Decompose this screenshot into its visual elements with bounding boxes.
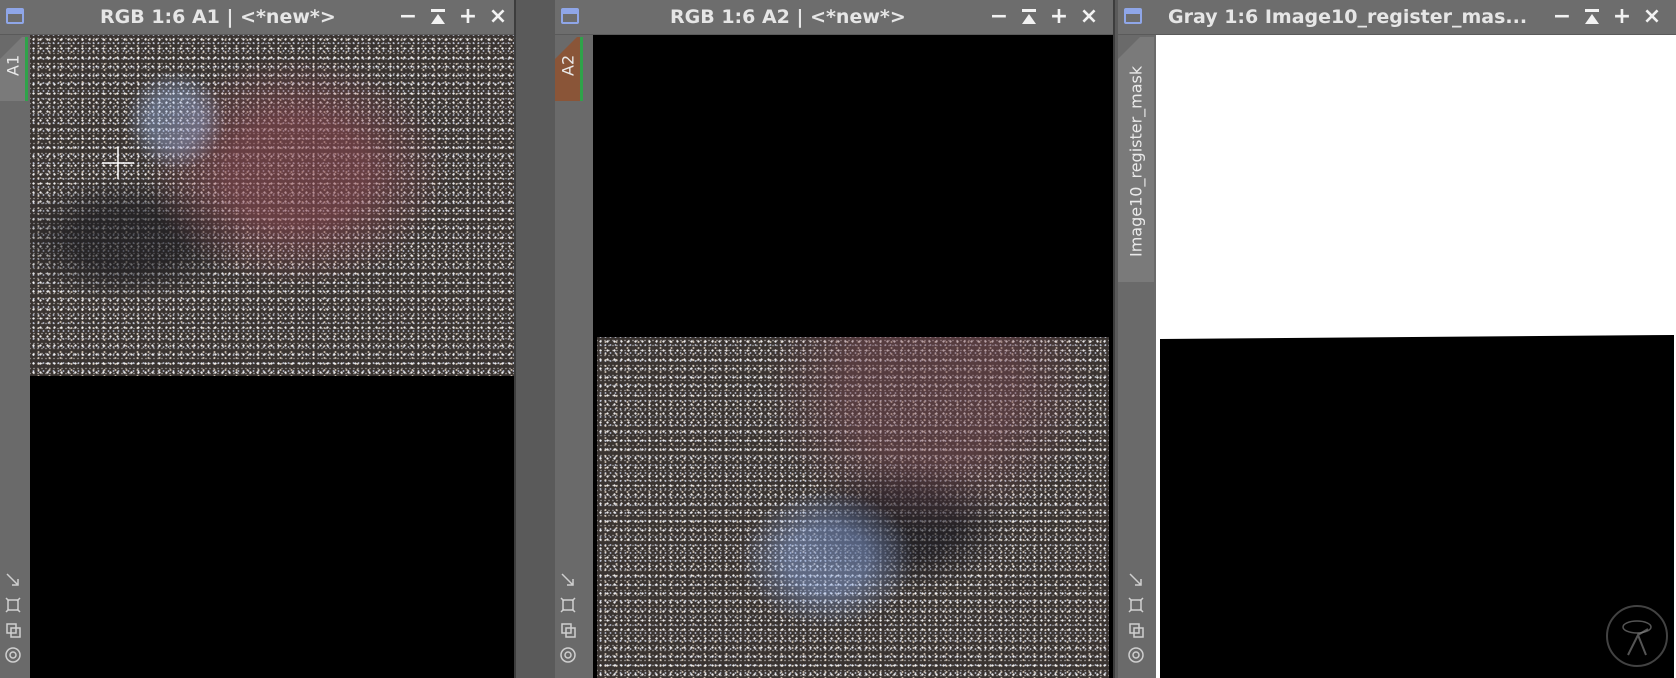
view-sidebar: A1 bbox=[0, 35, 28, 678]
window-title: Gray 1:6 Image10_register_mas... bbox=[1168, 6, 1528, 28]
target-icon[interactable] bbox=[3, 645, 23, 665]
maximize-button[interactable]: + bbox=[1610, 6, 1634, 28]
shade-icon bbox=[1585, 9, 1599, 24]
view-tab-a1[interactable]: A1 bbox=[0, 37, 28, 101]
target-icon[interactable] bbox=[558, 645, 578, 665]
view-sidebar: A2 bbox=[555, 35, 583, 678]
mask-viewport[interactable] bbox=[1156, 35, 1676, 678]
minimize-button[interactable]: − bbox=[987, 6, 1011, 28]
title-bar[interactable]: RGB 1:6 A1 | <*new*> − + × bbox=[0, 0, 514, 35]
zoom-to-fit-icon[interactable] bbox=[558, 595, 578, 615]
astro-image bbox=[30, 35, 514, 376]
mask-black-region bbox=[1160, 335, 1674, 678]
fit-view-icon[interactable] bbox=[558, 570, 578, 590]
cursor-crosshair-icon bbox=[102, 147, 134, 179]
tab-label: A2 bbox=[558, 54, 577, 76]
view-sidebar: Image10_register_mask bbox=[1118, 35, 1154, 678]
window-icon[interactable] bbox=[561, 8, 579, 24]
zoom-to-fit-icon[interactable] bbox=[3, 595, 23, 615]
fit-view-icon[interactable] bbox=[3, 570, 23, 590]
close-button[interactable]: × bbox=[486, 6, 510, 28]
mask-window[interactable]: Gray 1:6 Image10_register_mas... − + × I… bbox=[1118, 0, 1676, 678]
astro-image bbox=[597, 337, 1109, 678]
tab-label: A1 bbox=[3, 54, 22, 76]
title-bar[interactable]: Gray 1:6 Image10_register_mas... − + × bbox=[1118, 0, 1676, 35]
maximize-button[interactable]: + bbox=[456, 6, 480, 28]
image-window-a2[interactable]: RGB 1:6 A2 | <*new*> − + × A2 bbox=[555, 0, 1115, 678]
target-icon[interactable] bbox=[1126, 645, 1146, 665]
shade-button[interactable] bbox=[1580, 6, 1604, 28]
minimize-button[interactable]: − bbox=[1550, 6, 1574, 28]
minimize-button[interactable]: − bbox=[396, 6, 420, 28]
image-window-a1[interactable]: RGB 1:6 A1 | <*new*> − + × A1 bbox=[0, 0, 516, 678]
clone-view-icon[interactable] bbox=[3, 620, 23, 640]
window-title: RGB 1:6 A1 | <*new*> bbox=[100, 6, 336, 28]
maximize-button[interactable]: + bbox=[1047, 6, 1071, 28]
clone-view-icon[interactable] bbox=[1126, 620, 1146, 640]
close-button[interactable]: × bbox=[1077, 6, 1101, 28]
fit-view-icon[interactable] bbox=[1126, 570, 1146, 590]
shade-icon bbox=[431, 9, 445, 24]
app-logo-icon bbox=[1606, 605, 1668, 667]
shade-button[interactable] bbox=[426, 6, 450, 28]
image-viewport[interactable] bbox=[593, 35, 1113, 678]
clone-view-icon[interactable] bbox=[558, 620, 578, 640]
close-button[interactable]: × bbox=[1640, 6, 1664, 28]
window-title: RGB 1:6 A2 | <*new*> bbox=[670, 6, 906, 28]
window-icon[interactable] bbox=[1124, 8, 1142, 24]
tab-label: Image10_register_mask bbox=[1126, 65, 1146, 257]
image-viewport[interactable] bbox=[30, 35, 514, 678]
title-bar[interactable]: RGB 1:6 A2 | <*new*> − + × bbox=[555, 0, 1113, 35]
zoom-to-fit-icon[interactable] bbox=[1126, 595, 1146, 615]
view-tab-a2[interactable]: A2 bbox=[555, 37, 583, 101]
view-tab-mask[interactable]: Image10_register_mask bbox=[1118, 37, 1154, 282]
shade-icon bbox=[1022, 9, 1036, 24]
shade-button[interactable] bbox=[1017, 6, 1041, 28]
window-icon[interactable] bbox=[6, 8, 24, 24]
